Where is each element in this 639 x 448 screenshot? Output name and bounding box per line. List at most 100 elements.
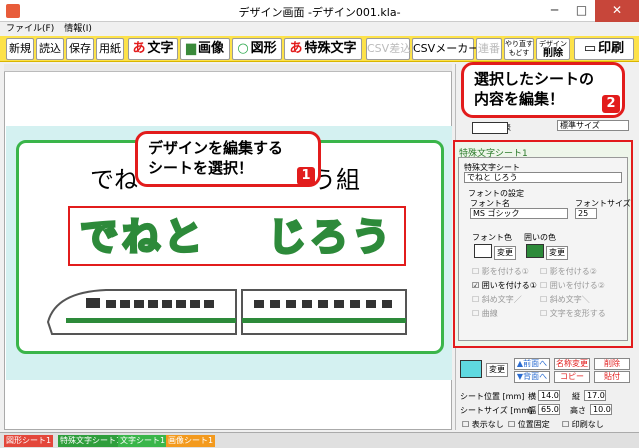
italic-left-label: 斜め文字＼ [549,295,590,304]
text-button-label: 文字 [147,41,174,56]
sheet-tab-text[interactable]: 文字シート1 [118,435,168,447]
train-window [350,300,360,308]
shape-button-label: 図形 [250,41,277,56]
border-color-change-button[interactable]: 変更 [546,246,568,260]
image-button[interactable]: ▆ 画像 [180,38,230,60]
shape-button[interactable]: ○ 図形 [232,38,282,60]
italic-left-checkbox[interactable]: ☐ 斜め文字＼ [540,294,590,305]
close-icon[interactable]: ✕ [595,0,639,22]
menu-file[interactable]: ファイル(F) [6,22,54,36]
train-window [382,300,392,308]
h-input[interactable]: 10.0 [590,404,612,415]
border2-label: 囲いを付ける② [549,281,605,290]
font-size-input[interactable]: 25 [575,208,597,219]
sheet-position-label: シート位置 [mm] [460,392,525,401]
w-input[interactable]: 65.0 [538,404,560,415]
sheet-tab-special-text[interactable]: 特殊文字シート1 [58,435,124,447]
text-button[interactable]: あ文字 [128,38,178,60]
paper-button[interactable]: 用紙 [96,38,124,60]
sheet-tab-bar: 図形シート1 特殊文字シート1 文字シート1 画像シート1 [0,432,639,448]
window-controls: ─ □ ✕ [541,0,639,22]
y-input[interactable]: 17.0 [584,390,606,401]
new-button[interactable]: 新規 [6,38,34,60]
train-window [254,300,264,308]
train-window [86,298,100,308]
design-delete-bottom: 削除 [543,48,563,59]
train-window [270,300,280,308]
sheet-tab-shape[interactable]: 図形シート1 [4,435,54,447]
title-bar: デザイン画面 -デザイン001.kla- ─ □ ✕ [0,0,639,22]
train-window [162,300,172,308]
train-image[interactable] [46,282,410,342]
no-print-checkbox[interactable]: ☐ 印刷なし [562,419,604,430]
x-input[interactable]: 14.0 [538,390,560,401]
train-window [366,300,376,308]
shadow1-label: 影を付ける① [481,267,529,276]
lock-position-checkbox[interactable]: ☐ 位置固定 [508,419,550,430]
shape-icon: ○ [237,41,249,56]
border1-checkbox[interactable]: ☑ 囲いを付ける① [472,280,537,291]
save-button[interactable]: 保存 [66,38,94,60]
minimize-icon[interactable]: ─ [541,0,568,22]
open-button[interactable]: 読込 [36,38,64,60]
train-stripe-front [66,318,236,323]
train-window [334,300,344,308]
fill-color-change-button[interactable]: 変更 [486,363,508,377]
font-color-label: フォント色 [472,233,512,242]
send-back-button[interactable]: ▼背面へ [514,371,550,383]
train-window [106,300,116,308]
lock-position-label: 位置固定 [517,420,550,429]
special-text-button[interactable]: あ特殊文字 [284,38,362,60]
shadow2-checkbox[interactable]: ☐ 影を付ける② [540,266,597,277]
special-text-icon: あ [289,41,303,56]
class-text-left[interactable]: でね [90,160,138,195]
serial-button[interactable]: 連番 [476,38,502,60]
fill-color-swatch[interactable] [460,360,482,378]
border-color-swatch[interactable] [526,244,544,258]
train-window [134,300,144,308]
transform-checkbox[interactable]: ☐ 文字を変形する [540,308,606,319]
csv-insert-button[interactable]: CSV差込 [366,38,411,60]
ruler [4,64,452,72]
print-button[interactable]: ▭ 印刷 [574,38,634,60]
font-name-select[interactable]: MS ゴシック [470,208,568,219]
design-delete-button[interactable]: デザイン 削除 [536,38,570,60]
hide-label: 表示なし [471,420,504,429]
maximize-icon[interactable]: □ [568,0,595,22]
size-select[interactable]: 標準サイズ [557,120,629,131]
train-window [302,300,312,308]
curve-checkbox[interactable]: ☐ 曲線 [472,308,498,319]
copy-button[interactable]: コピー [554,371,590,383]
bring-front-button[interactable]: ▲前面へ [514,358,550,370]
delete-sheet-button[interactable]: 削除 [594,358,630,370]
shadow1-checkbox[interactable]: ☐ 影を付ける① [472,266,529,277]
menu-info[interactable]: 情報(I) [64,22,92,36]
image-button-label: 画像 [197,41,224,56]
italic-right-checkbox[interactable]: ☐ 斜め文字／ [472,294,522,305]
train-window [204,300,214,308]
callout-edit-content: 選択したシートの 内容を編集！ [461,62,625,118]
sheet-tab-image[interactable]: 画像シート1 [166,435,216,447]
selected-sheet-frame[interactable] [68,206,406,266]
image-icon: ▆ [185,41,196,56]
train-car-front [46,289,237,335]
toolbar: 新規 読込 保存 用紙 あ文字 ▆ 画像 ○ 図形 あ特殊文字 CSV差込 CSVメ… [0,36,639,62]
train-window [148,300,158,308]
layout-preview [472,122,508,134]
text-icon: あ [132,41,146,56]
font-color-swatch[interactable] [474,244,492,258]
curve-label: 曲線 [481,309,498,318]
no-print-label: 印刷なし [571,420,604,429]
paste-button[interactable]: 貼付 [594,371,630,383]
border2-checkbox[interactable]: ☐ 囲いを付ける② [540,280,605,291]
redo-label: やり直す [505,40,533,48]
csv-maker-button[interactable]: CSVメーカー [412,38,479,60]
callout-2-line2: 内容を編集！ [474,90,565,108]
step-badge-2: 2 [602,95,620,113]
font-color-change-button[interactable]: 変更 [494,246,516,260]
callout-1-line2: シートを選択！ [148,159,254,177]
sheet-text-input[interactable]: でねと じろう [464,172,622,183]
undo-button[interactable]: やり直す もどす [504,38,534,60]
rename-button[interactable]: 名称変更 [554,358,590,370]
hide-checkbox[interactable]: ☐ 表示なし [462,419,504,430]
